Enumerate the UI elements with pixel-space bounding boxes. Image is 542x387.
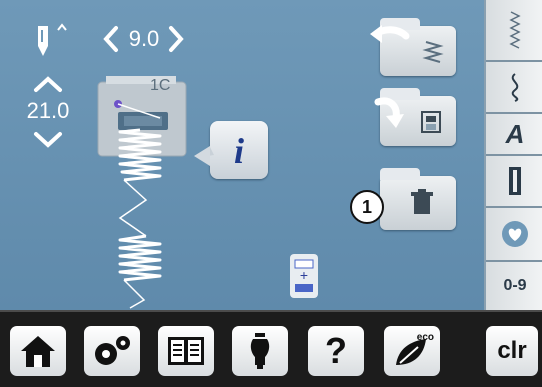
- sidebar-alphabet-label: A: [505, 118, 525, 149]
- zigzag-icon: [422, 41, 444, 63]
- buttonhole-icon: [509, 167, 521, 195]
- setup-button[interactable]: [84, 326, 140, 376]
- sidebar-item-practical-stitches[interactable]: [486, 0, 542, 60]
- stitch-preview: [100, 96, 190, 310]
- heart-icon: [502, 221, 528, 247]
- sidebar-numbers-label: 0-9: [503, 277, 527, 294]
- delete-folder[interactable]: [380, 168, 456, 230]
- stitch-plate-label: 1C: [150, 77, 171, 94]
- help-label: ?: [325, 330, 347, 371]
- dress-form-icon: [250, 333, 270, 369]
- info-button-pointer: [194, 146, 210, 166]
- info-button[interactable]: i: [200, 121, 268, 179]
- stitch-length-up-arrow[interactable]: [30, 74, 66, 96]
- arrow-save-icon: [374, 97, 404, 128]
- trash-icon: [411, 189, 433, 214]
- info-icon: i: [200, 131, 244, 171]
- help-button[interactable]: ?: [308, 326, 364, 376]
- clear-button[interactable]: clr: [486, 326, 538, 376]
- sidebar-item-personal-program[interactable]: [486, 208, 542, 260]
- consultant-button[interactable]: [232, 326, 288, 376]
- clr-label: clr: [497, 337, 527, 364]
- disk-icon: [421, 111, 441, 133]
- stitch-width-value: 9.0: [128, 26, 160, 51]
- stitch-category-sidebar: A 0-9: [484, 0, 542, 310]
- main-screen: [0, 0, 542, 310]
- sidebar-item-decorative-stitches[interactable]: [486, 62, 542, 112]
- save-folder[interactable]: [374, 88, 456, 146]
- book-icon: [168, 337, 204, 365]
- sidebar-item-buttonholes[interactable]: [486, 156, 542, 206]
- zigzag-stitch-icon: [509, 11, 521, 49]
- stitch-width-right-arrow[interactable]: [165, 22, 187, 56]
- callout-label: 1: [361, 196, 372, 217]
- decorative-stitch-icon: [511, 73, 519, 102]
- sidebar-item-alphabets[interactable]: A: [486, 114, 542, 154]
- eco-label: eco: [416, 332, 434, 343]
- svg-text:i: i: [234, 131, 244, 171]
- memory-folder-stitches[interactable]: [370, 18, 456, 76]
- stitch-counter-stepper[interactable]: +: [290, 254, 318, 298]
- callout-number-1: 1: [350, 190, 384, 224]
- sidebar-item-numbers[interactable]: 0-9: [486, 262, 542, 310]
- gears-icon: [95, 336, 130, 365]
- svg-text:+: +: [300, 267, 308, 283]
- needle-position-icon[interactable]: [28, 22, 72, 58]
- eco-button[interactable]: eco: [384, 326, 440, 376]
- stitch-width-left-arrow[interactable]: [100, 22, 122, 56]
- stitch-length-down-arrow[interactable]: [30, 128, 66, 150]
- home-button[interactable]: [10, 326, 66, 376]
- stitch-length-value: 21.0: [26, 98, 70, 123]
- home-icon: [21, 336, 55, 367]
- tutorial-button[interactable]: [158, 326, 214, 376]
